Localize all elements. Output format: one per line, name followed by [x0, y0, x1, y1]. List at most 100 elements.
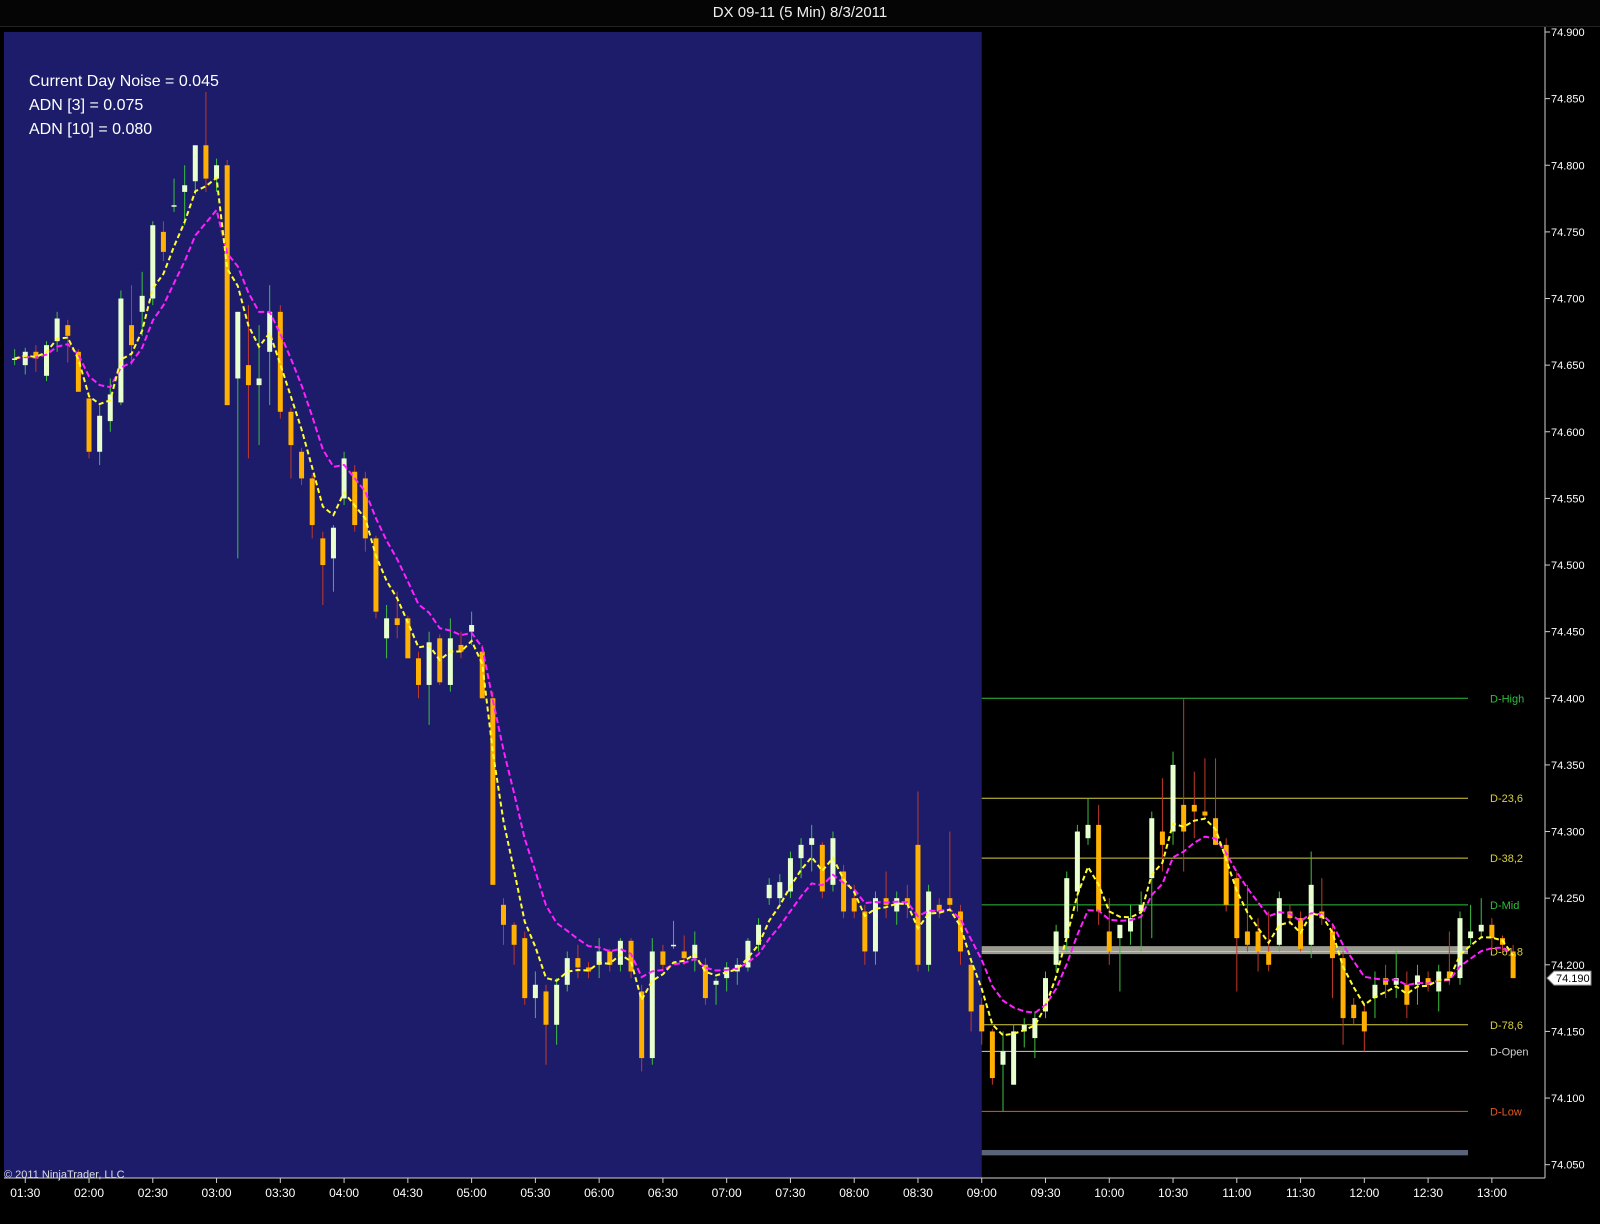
- candle-body: [1085, 824, 1091, 839]
- candle-body: [639, 991, 645, 1059]
- candle-body: [490, 698, 496, 885]
- x-tick-label: 08:00: [839, 1186, 869, 1200]
- candle-body: [182, 185, 188, 192]
- x-tick-label: 07:00: [712, 1186, 742, 1200]
- adn-3: ADN [3] = 0.075: [29, 97, 143, 114]
- x-tick-label: 03:30: [265, 1186, 295, 1200]
- candle-body: [394, 618, 400, 625]
- x-tick-label: 04:00: [329, 1186, 359, 1200]
- x-tick-label: 02:30: [138, 1186, 168, 1200]
- candle-body: [851, 898, 857, 912]
- candle-body: [947, 898, 953, 905]
- candle-body: [330, 527, 336, 559]
- candle-body: [160, 231, 166, 252]
- candle-body: [1489, 924, 1495, 939]
- x-tick-label: 10:00: [1094, 1186, 1124, 1200]
- copyright-text: © 2011 NinjaTrader, LLC: [4, 1169, 125, 1181]
- candle-body: [139, 295, 145, 312]
- y-tick-label: 74.900: [1551, 27, 1585, 39]
- candle-body: [500, 904, 506, 925]
- x-tick-label: 12:00: [1349, 1186, 1379, 1200]
- candle-body: [1276, 898, 1282, 945]
- candle-body: [532, 984, 538, 999]
- candle-body: [649, 951, 655, 1059]
- level-label: D-38,2: [1490, 853, 1523, 865]
- candle-body: [415, 658, 421, 685]
- candle-body: [1404, 984, 1410, 1005]
- candle-body: [203, 145, 209, 179]
- last-price-marker: 74.190: [1546, 970, 1592, 986]
- level-label: D-78,6: [1490, 1020, 1523, 1032]
- candle-body: [968, 964, 974, 1012]
- y-tick-label: 74.450: [1551, 627, 1585, 639]
- y-tick-label: 74.550: [1551, 493, 1585, 505]
- x-tick-label: 11:00: [1222, 1186, 1251, 1200]
- y-tick-label: 74.150: [1551, 1026, 1585, 1038]
- candle-body: [288, 411, 294, 446]
- overnight-session-shading: [4, 32, 982, 1178]
- candle-body: [65, 325, 71, 336]
- candle-body: [86, 398, 92, 452]
- price-chart[interactable]: 74.900 74.850 74.800 74.750 74.700 74.650 74.6…: [0, 0, 1600, 1224]
- price-zone: [981, 1150, 1468, 1156]
- candle-body: [22, 351, 28, 366]
- candle-body: [809, 838, 815, 845]
- y-tick-label: 74.650: [1551, 360, 1585, 372]
- y-tick-label: 74.400: [1551, 693, 1585, 705]
- level-label: D-23,6: [1490, 793, 1523, 805]
- candle-body: [1011, 1031, 1017, 1085]
- candle-body: [1000, 1051, 1006, 1065]
- candle-body: [405, 618, 411, 659]
- y-tick-label: 74.250: [1551, 893, 1585, 905]
- y-tick-label: 74.600: [1551, 427, 1585, 439]
- x-tick-label: 07:30: [775, 1186, 805, 1200]
- y-tick-label: 74.750: [1551, 227, 1585, 239]
- candle-body: [1149, 818, 1155, 879]
- x-tick-label: 08:30: [903, 1186, 933, 1200]
- candle-body: [107, 394, 113, 422]
- y-tick-label: 74.100: [1551, 1093, 1585, 1105]
- y-tick-label: 74.500: [1551, 560, 1585, 572]
- candle-body: [841, 871, 847, 912]
- candle-body: [660, 951, 666, 965]
- candle-body: [267, 311, 273, 352]
- x-tick-label: 06:00: [584, 1186, 614, 1200]
- y-tick-label: 74.700: [1551, 294, 1585, 306]
- x-tick-label: 01:30: [10, 1186, 40, 1200]
- candle-body: [575, 958, 581, 968]
- current-day-noise: Current Day Noise = 0.045: [29, 73, 219, 90]
- candle-body: [309, 478, 315, 526]
- candle-body: [1053, 931, 1059, 965]
- y-tick-label: 74.300: [1551, 827, 1585, 839]
- candle-body: [766, 884, 772, 899]
- x-tick-label: 11:30: [1286, 1186, 1315, 1200]
- x-tick-label: 10:30: [1158, 1186, 1188, 1200]
- x-tick-label: 05:30: [520, 1186, 550, 1200]
- candle-body: [681, 951, 687, 959]
- x-tick-label: 09:30: [1030, 1186, 1060, 1200]
- candle-body: [671, 944, 677, 947]
- candle-body: [872, 898, 878, 952]
- candle-body: [511, 924, 517, 945]
- candle-body: [320, 538, 326, 566]
- candle-body: [1478, 924, 1484, 932]
- candle-body: [118, 298, 124, 403]
- candle-body: [1361, 1011, 1367, 1032]
- candle-body: [926, 891, 932, 965]
- candle-body: [617, 940, 623, 965]
- candle-body: [1064, 878, 1070, 939]
- candle-body: [777, 882, 783, 899]
- level-label: D-Mid: [1490, 900, 1519, 912]
- candle-body: [192, 145, 198, 182]
- candle-body: [1106, 931, 1112, 952]
- candle-body: [1244, 931, 1250, 945]
- level-label: D-Low: [1490, 1106, 1522, 1118]
- y-tick-label: 74.850: [1551, 94, 1585, 106]
- x-tick-label: 13:00: [1477, 1186, 1507, 1200]
- candle-body: [235, 311, 241, 379]
- candle-body: [224, 165, 230, 406]
- candle-body: [129, 325, 135, 346]
- candle-body: [554, 984, 560, 1025]
- candle-body: [1096, 824, 1102, 912]
- candle-body: [798, 844, 804, 859]
